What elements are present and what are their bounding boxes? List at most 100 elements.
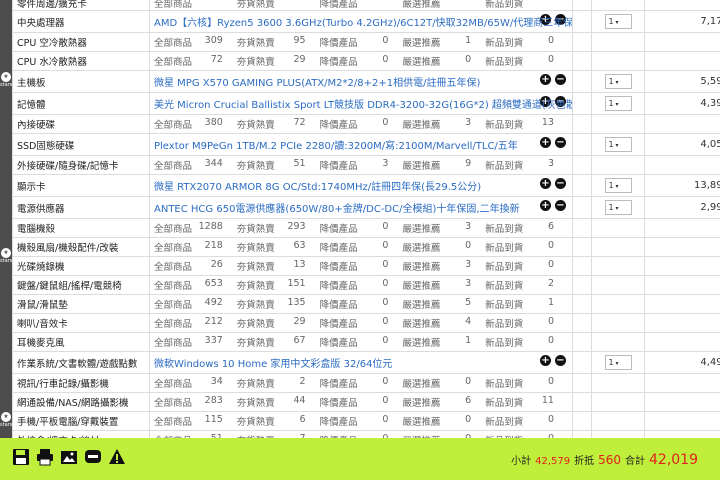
category-label[interactable]: 喇叭/音效卡 [12, 313, 150, 333]
category-label[interactable]: CPU 空冷散熱器 [12, 32, 150, 52]
stat-label-all[interactable]: 全部商品 [154, 117, 194, 131]
stat-label-pick[interactable]: 嚴選推薦 [402, 278, 442, 292]
stat-label-pick[interactable]: 嚴選推薦 [402, 221, 442, 235]
stat-label-drop[interactable]: 降價產品 [320, 278, 360, 292]
category-label[interactable]: 主機板 [12, 70, 150, 93]
remove-icon[interactable]: − [555, 355, 566, 366]
save-icon[interactable] [12, 448, 30, 466]
image-icon[interactable] [60, 448, 78, 466]
remove-icon[interactable]: − [555, 178, 566, 189]
stat-label-all[interactable]: 全部商品 [154, 414, 194, 428]
stat-label-all[interactable]: 全部商品 [154, 316, 194, 330]
quantity-select[interactable]: 1 ▾ [604, 178, 632, 193]
stat-label-new[interactable]: 新品到貨 [485, 259, 525, 273]
stat-label-all[interactable]: 全部商品 [154, 221, 194, 235]
add-icon[interactable]: + [540, 200, 551, 211]
add-icon[interactable]: + [540, 355, 551, 366]
category-label[interactable]: 滑鼠/滑鼠墊 [12, 294, 150, 314]
stat-label-hot[interactable]: 夯貨熱賣 [237, 158, 277, 172]
category-label[interactable]: CPU 水冷散熱器 [12, 51, 150, 71]
stat-label-pick[interactable]: 嚴選推薦 [402, 240, 442, 254]
stat-label-new[interactable]: 新品到貨 [485, 35, 525, 49]
stat-label-drop[interactable]: 降價產品 [320, 316, 360, 330]
category-label[interactable]: 記憶體 [12, 92, 150, 115]
category-label[interactable]: 外接硬碟/隨身碟/記憶卡 [12, 155, 150, 175]
stat-label-drop[interactable]: 降價產品 [320, 221, 360, 235]
category-label[interactable]: 耳機麥克風 [12, 332, 150, 352]
category-label[interactable]: 中央處理器 [12, 10, 150, 33]
category-label[interactable]: 內接硬碟 [12, 114, 150, 134]
category-label[interactable]: 作業系統/文書軟體/遊戲點數 [12, 351, 150, 374]
stat-label-drop[interactable]: 降價產品 [320, 259, 360, 273]
product-link[interactable]: 微軟Windows 10 Home 家用中文彩盒版 32/64位元 [154, 359, 392, 370]
stat-label-hot[interactable]: 夯貨熱賣 [237, 35, 277, 49]
remove-icon[interactable]: − [555, 74, 566, 85]
stat-label-hot[interactable]: 夯貨熱賣 [237, 316, 277, 330]
category-label[interactable]: 電源供應器 [12, 196, 150, 219]
product-link[interactable]: Plextor M9PeGn 1TB/M.2 PCIe 2280/讀:3200M… [154, 141, 518, 152]
remove-icon[interactable]: − [555, 137, 566, 148]
stat-label-new[interactable]: 新品到貨 [485, 54, 525, 68]
stat-label-pick[interactable]: 嚴選推薦 [402, 395, 442, 409]
stat-label-new[interactable]: 新品到貨 [485, 335, 525, 349]
stat-label-pick[interactable]: 嚴選推薦 [402, 335, 442, 349]
stat-label-all[interactable]: 全部商品 [154, 335, 194, 349]
stat-label-pick[interactable]: 嚴選推薦 [402, 316, 442, 330]
stat-label-new[interactable]: 新品到貨 [485, 376, 525, 390]
product-link[interactable]: 微星 MPG X570 GAMING PLUS(ATX/M2*2/8+2+1相供… [154, 78, 480, 89]
category-label[interactable]: 手機/平板電腦/穿戴裝置 [12, 411, 150, 431]
stat-label-pick[interactable]: 嚴選推薦 [402, 414, 442, 428]
product-link[interactable]: 美光 Micron Crucial Ballistix Sport LT競技版 … [154, 100, 572, 111]
stat-label-new[interactable]: 新品到貨 [485, 278, 525, 292]
stat-label-drop[interactable]: 降價產品 [320, 297, 360, 311]
stat-label-pick[interactable]: 嚴選推薦 [402, 54, 442, 68]
category-label[interactable]: 光碟燒錄機 [12, 256, 150, 276]
product-link[interactable]: 微星 RTX2070 ARMOR 8G OC/Std:1740MHz/註冊四年保… [154, 182, 481, 193]
stat-label-all[interactable]: 全部商品 [154, 0, 194, 10]
category-label[interactable]: 鍵盤/鍵鼠組/搖桿/電競椅 [12, 275, 150, 295]
stat-label-all[interactable]: 全部商品 [154, 54, 194, 68]
stat-label-hot[interactable]: 夯貨熱賣 [237, 240, 277, 254]
stat-label-hot[interactable]: 夯貨熱賣 [237, 117, 277, 131]
stat-label-hot[interactable]: 夯貨熱賣 [237, 335, 277, 349]
quantity-select[interactable]: 1 ▾ [604, 200, 632, 215]
product-link[interactable]: ANTEC HCG 650電源供應器(650W/80+金牌/DC-DC/全模組)… [154, 204, 520, 215]
stat-label-pick[interactable]: 嚴選推薦 [402, 297, 442, 311]
side-badge[interactable]: ★ stars [0, 70, 12, 96]
quantity-select[interactable]: 1 ▾ [604, 14, 632, 29]
stat-label-drop[interactable]: 降價產品 [320, 376, 360, 390]
stat-label-new[interactable]: 新品到貨 [485, 414, 525, 428]
stat-label-new[interactable]: 新品到貨 [485, 316, 525, 330]
quantity-select[interactable]: 1 ▾ [604, 74, 632, 89]
stat-label-new[interactable]: 新品到貨 [485, 395, 525, 409]
category-label[interactable]: 網通設備/NAS/網路攝影機 [12, 392, 150, 412]
print-icon[interactable] [36, 448, 54, 466]
stat-label-all[interactable]: 全部商品 [154, 297, 194, 311]
stat-label-drop[interactable]: 降價產品 [320, 0, 360, 10]
stat-label-pick[interactable]: 嚴選推薦 [402, 259, 442, 273]
stat-label-hot[interactable]: 夯貨熱賣 [237, 259, 277, 273]
stat-label-new[interactable]: 新品到貨 [485, 0, 525, 10]
stat-label-new[interactable]: 新品到貨 [485, 117, 525, 131]
remove-icon[interactable]: − [555, 200, 566, 211]
stat-label-hot[interactable]: 夯貨熱賣 [237, 278, 277, 292]
stat-label-drop[interactable]: 降價產品 [320, 395, 360, 409]
add-icon[interactable]: + [540, 137, 551, 148]
stat-label-drop[interactable]: 降價產品 [320, 54, 360, 68]
quantity-select[interactable]: 1 ▾ [604, 355, 632, 370]
category-label[interactable]: SSD固態硬碟 [12, 133, 150, 156]
stat-label-hot[interactable]: 夯貨熱賣 [237, 414, 277, 428]
stat-label-hot[interactable]: 夯貨熱賣 [237, 395, 277, 409]
category-label[interactable]: 零件周邊/擴充卡 [12, 0, 150, 11]
category-label[interactable]: 顯示卡 [12, 174, 150, 197]
stat-label-drop[interactable]: 降價產品 [320, 240, 360, 254]
stat-label-all[interactable]: 全部商品 [154, 259, 194, 273]
product-link[interactable]: AMD【六核】Ryzen5 3600 3.6GHz(Turbo 4.2GHz)/… [154, 18, 572, 29]
stat-label-pick[interactable]: 嚴選推薦 [402, 376, 442, 390]
stat-label-hot[interactable]: 夯貨熱賣 [237, 0, 277, 10]
stat-label-all[interactable]: 全部商品 [154, 240, 194, 254]
stat-label-new[interactable]: 新品到貨 [485, 240, 525, 254]
stat-label-drop[interactable]: 降價產品 [320, 117, 360, 131]
stat-label-drop[interactable]: 降價產品 [320, 414, 360, 428]
stat-label-drop[interactable]: 降價產品 [320, 335, 360, 349]
